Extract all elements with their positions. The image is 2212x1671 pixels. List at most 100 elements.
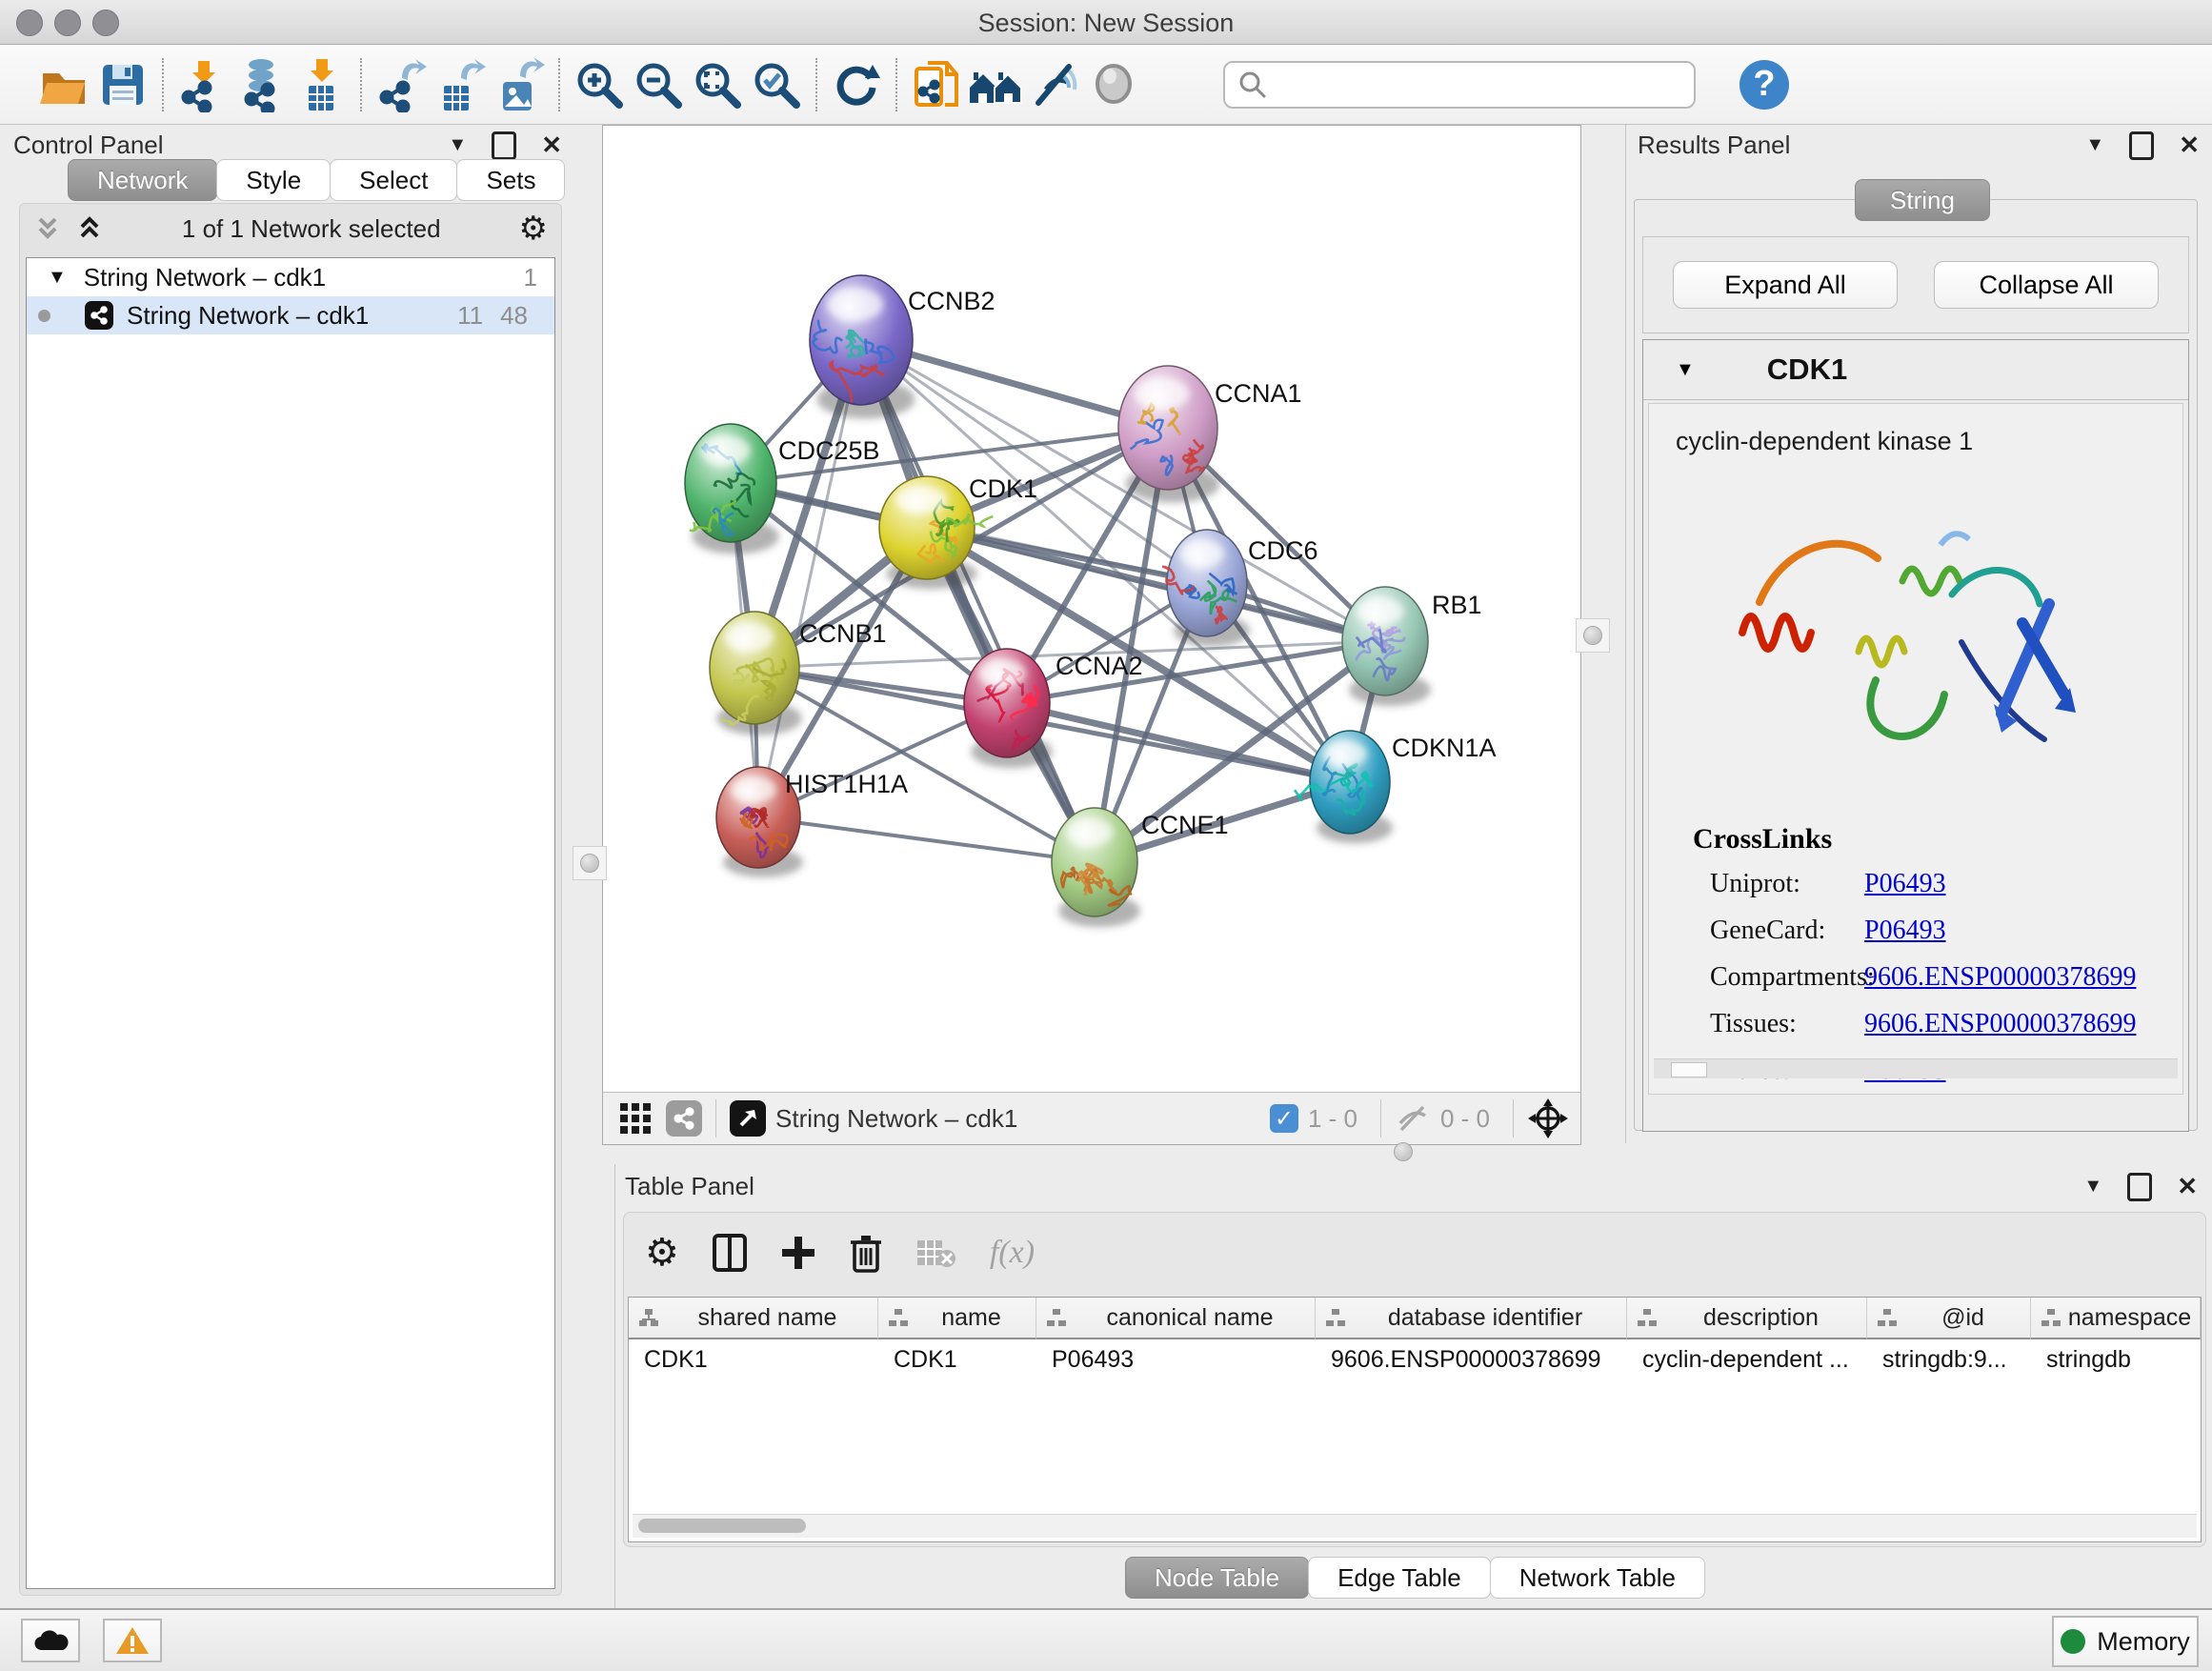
collapse-entry-icon[interactable]: ▼: [1676, 359, 1695, 381]
help-button[interactable]: ?: [1739, 60, 1789, 110]
refresh-button[interactable]: [827, 55, 886, 114]
share-document-button[interactable]: [907, 55, 966, 114]
hidden-count: 0 - 0: [1440, 1104, 1490, 1134]
panel-menu-icon[interactable]: ▼: [2083, 1176, 2102, 1198]
collapse-all-icon[interactable]: [33, 214, 62, 243]
memory-button[interactable]: Memory: [2052, 1616, 2199, 1667]
delete-trash-icon[interactable]: [849, 1233, 883, 1273]
node-CDC6[interactable]: [1163, 530, 1250, 647]
expand-all-icon[interactable]: [75, 214, 104, 243]
import-network-file-button[interactable]: [173, 55, 232, 114]
float-panel-icon[interactable]: [2129, 131, 2154, 160]
table-panel: Table Panel ▼ ✕ ⚙: [614, 1164, 2212, 1608]
panel-menu-icon[interactable]: ▼: [448, 134, 467, 156]
birds-eye-grid-icon[interactable]: [618, 1101, 653, 1136]
float-panel-icon[interactable]: [2127, 1173, 2152, 1201]
column-header[interactable]: namespace: [2031, 1298, 2201, 1339]
edge-CCNA2-CDKN1A[interactable]: [1007, 703, 1350, 782]
network-view[interactable]: CCNB2CCNA1CDC25BCDK1CDC6RB1CCNB1CCNA2CDK…: [602, 125, 1581, 1145]
node-CCNB2[interactable]: [810, 275, 915, 418]
node-label-CCNB1: CCNB1: [799, 619, 887, 648]
bottom-splitter-handle[interactable]: [1389, 1140, 1418, 1163]
export-network-button[interactable]: [372, 55, 431, 114]
open-session-button[interactable]: [34, 55, 93, 114]
column-header[interactable]: name: [878, 1298, 1036, 1339]
left-splitter-handle[interactable]: [573, 846, 607, 880]
node-CCNE1[interactable]: [1052, 808, 1140, 927]
eye-slash-wave-icon: [1027, 57, 1082, 112]
zoom-in-icon: [572, 57, 627, 112]
zoom-in-button[interactable]: [570, 55, 629, 114]
tab-string[interactable]: String: [1855, 179, 1990, 221]
column-header[interactable]: description: [1627, 1298, 1867, 1339]
node-CCNB1[interactable]: [710, 612, 802, 735]
tab-style[interactable]: Style: [216, 159, 331, 201]
warnings-button[interactable]: [103, 1619, 162, 1662]
import-network-database-button[interactable]: [232, 55, 292, 114]
right-splitter-handle[interactable]: [1576, 618, 1610, 653]
close-panel-icon[interactable]: ✕: [2177, 1172, 2198, 1201]
export-image-button[interactable]: [490, 55, 549, 114]
warning-triangle-icon: [115, 1625, 150, 1656]
save-session-button[interactable]: [93, 55, 152, 114]
node-CDKN1A[interactable]: [1295, 731, 1393, 843]
zoom-fit-button[interactable]: [688, 55, 747, 114]
network-row-selected[interactable]: String Network – cdk1 11 48: [27, 296, 554, 334]
network-canvas[interactable]: CCNB2CCNA1CDC25BCDK1CDC6RB1CCNB1CCNA2CDK…: [603, 126, 1579, 1092]
table-row[interactable]: CDK1 CDK1 P06493 9606.ENSP00000378699 cy…: [629, 1339, 2201, 1379]
network-view-toolbar: String Network – cdk1 ✓ 1 - 0 0 - 0: [603, 1092, 1580, 1144]
home-pages-button[interactable]: [966, 55, 1025, 114]
export-table-button[interactable]: [431, 55, 490, 114]
node-CDC25B[interactable]: [685, 424, 779, 554]
column-header[interactable]: @id: [1867, 1298, 2031, 1339]
network-share-badge-icon[interactable]: [666, 1100, 702, 1137]
show-columns-icon[interactable]: [712, 1233, 748, 1273]
edge-HIST1H1A-CCNE1[interactable]: [758, 817, 1095, 862]
node-RB1[interactable]: [1342, 587, 1431, 706]
expander-icon[interactable]: ▼: [48, 267, 67, 289]
genecard-link[interactable]: P06493: [1864, 916, 1946, 946]
compartments-link[interactable]: 9606.ENSP00000378699: [1864, 962, 2136, 993]
expand-all-button[interactable]: Expand All: [1673, 261, 1898, 309]
zoom-out-button[interactable]: [629, 55, 688, 114]
crosslink-label: Uniprot:: [1710, 869, 1864, 899]
close-panel-icon[interactable]: ✕: [2179, 131, 2200, 160]
network-collection-row[interactable]: ▼ String Network – cdk1 1: [27, 258, 554, 296]
tab-network-table[interactable]: Network Table: [1490, 1557, 1705, 1599]
table-settings-gear-icon[interactable]: ⚙: [645, 1231, 679, 1275]
selected-checkbox-icon[interactable]: ✓: [1270, 1104, 1298, 1133]
cloud-status-button[interactable]: [21, 1619, 80, 1662]
node-CCNA1[interactable]: [1118, 366, 1219, 503]
tab-network[interactable]: Network: [68, 159, 217, 201]
search-field[interactable]: [1223, 61, 1696, 109]
uniprot-link[interactable]: P06493: [1864, 869, 1946, 899]
show-glass-ball-button[interactable]: [1084, 55, 1143, 114]
tab-node-table[interactable]: Node Table: [1125, 1557, 1309, 1599]
panel-menu-icon[interactable]: ▼: [2085, 134, 2104, 156]
tab-select[interactable]: Select: [330, 159, 457, 201]
tissues-link[interactable]: 9606.ENSP00000378699: [1864, 1009, 2136, 1039]
fit-center-crosshair-icon[interactable]: [1527, 1097, 1569, 1139]
gear-icon[interactable]: ⚙: [519, 210, 548, 248]
detach-view-icon[interactable]: [730, 1100, 766, 1137]
collapse-all-button[interactable]: Collapse All: [1934, 261, 2159, 309]
collection-count: 1: [524, 263, 537, 292]
node-CCNA2[interactable]: [964, 649, 1053, 768]
results-scrollbar[interactable]: [1654, 1058, 2178, 1078]
node-label-CDK1: CDK1: [969, 474, 1037, 503]
column-header[interactable]: database identifier: [1316, 1298, 1627, 1339]
column-header[interactable]: shared name: [629, 1298, 878, 1339]
tab-sets[interactable]: Sets: [456, 159, 565, 201]
table-horizontal-scrollbar[interactable]: [633, 1514, 2197, 1538]
node-table[interactable]: shared name name canonical name database…: [628, 1297, 2202, 1542]
tab-edge-table[interactable]: Edge Table: [1308, 1557, 1491, 1599]
float-panel-icon[interactable]: [492, 131, 516, 160]
control-panel-tabs: Network Style Select Sets: [69, 159, 565, 201]
hide-effects-button[interactable]: [1025, 55, 1084, 114]
close-panel-icon[interactable]: ✕: [541, 131, 562, 160]
zoom-selected-button[interactable]: [747, 55, 806, 114]
column-header[interactable]: canonical name: [1036, 1298, 1316, 1339]
import-table-button[interactable]: [292, 55, 351, 114]
add-column-icon[interactable]: [780, 1235, 816, 1271]
search-input[interactable]: [1277, 65, 1694, 105]
